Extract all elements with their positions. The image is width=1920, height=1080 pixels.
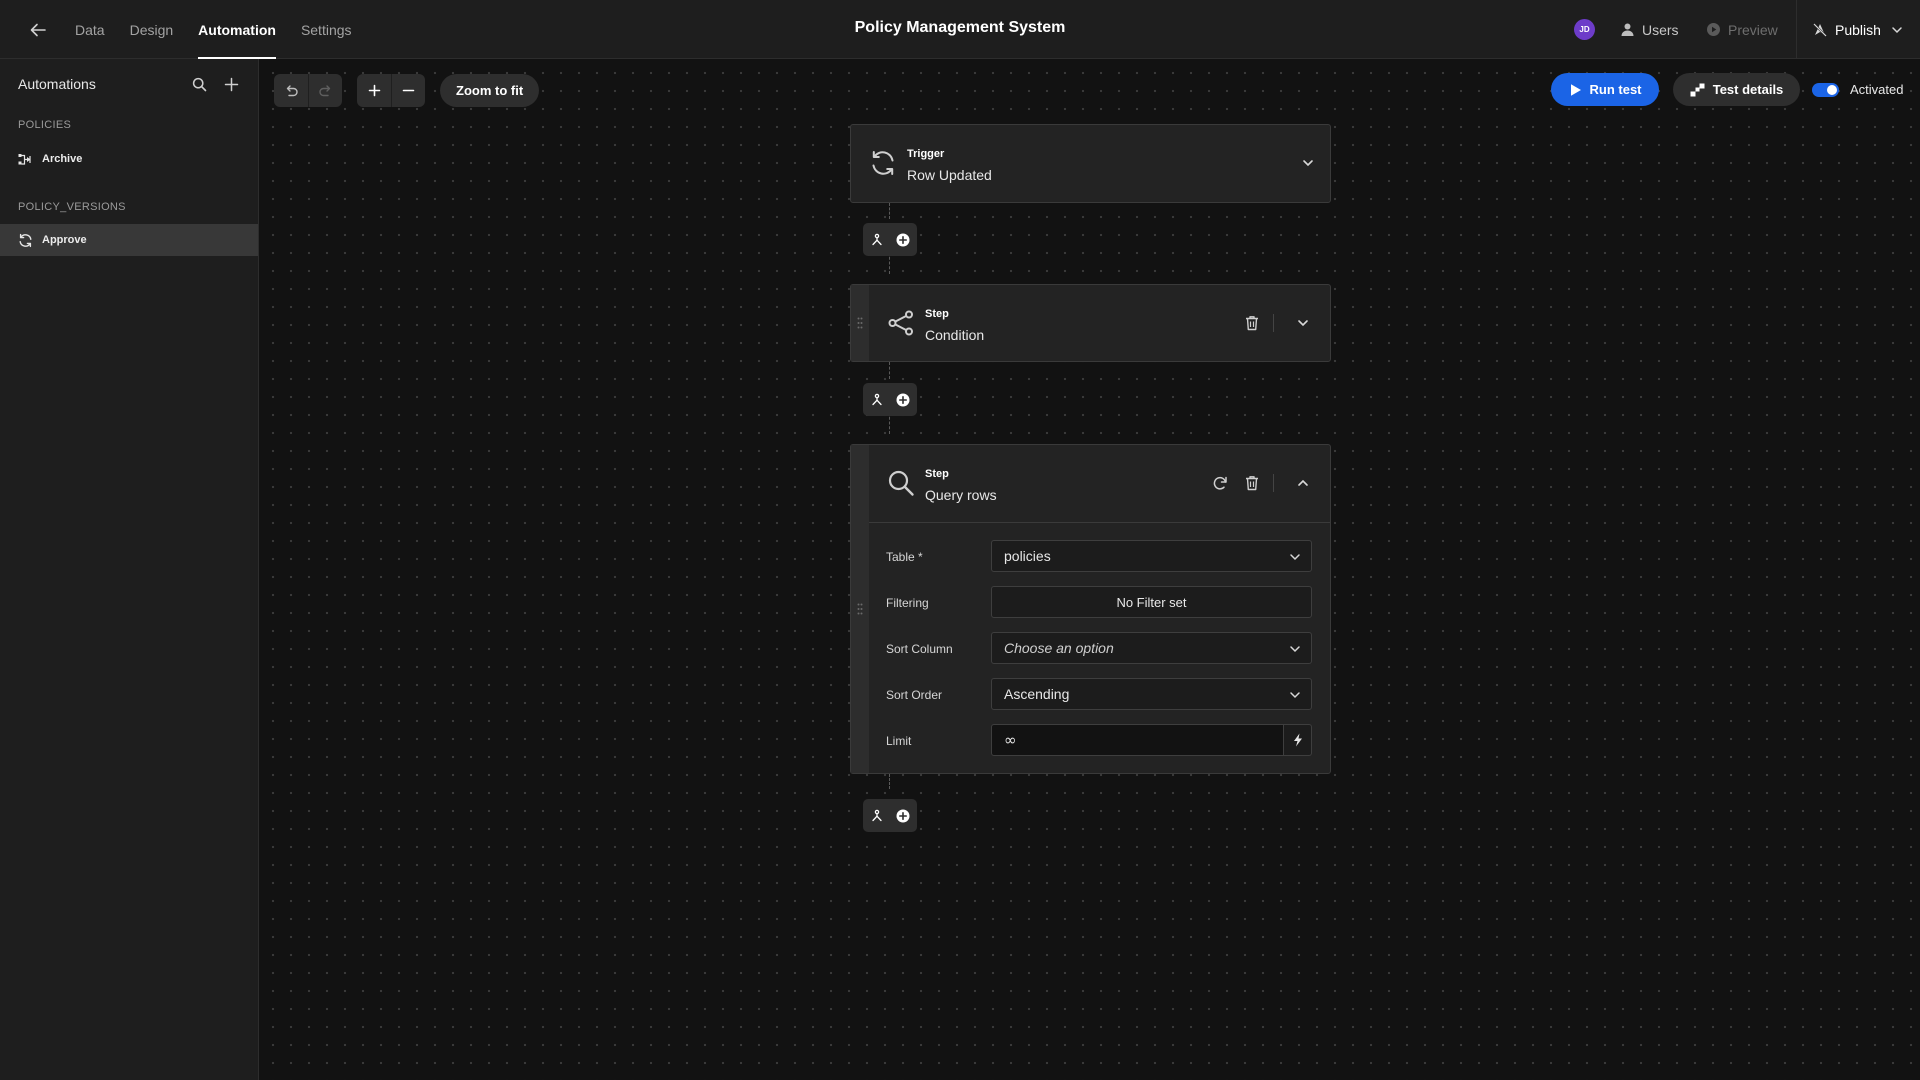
chevron-down-icon[interactable] — [1297, 152, 1319, 174]
zoom-to-fit-button[interactable]: Zoom to fit — [440, 74, 540, 107]
flow-connector-line — [889, 362, 890, 379]
add-step-icon[interactable] — [893, 230, 913, 250]
zoom-in-icon[interactable] — [357, 74, 391, 107]
publish-divider — [1796, 0, 1797, 59]
automations-sidebar: Automations POLICIES Archive POLICY_VERS… — [0, 59, 259, 1080]
block-kind: Trigger — [907, 148, 945, 160]
block-kind: Step — [925, 308, 949, 320]
block-kind: Step — [925, 468, 949, 480]
query-rows-block[interactable]: Step Query rows Table * policies Filteri… — [850, 444, 1331, 774]
chevron-down-icon — [1289, 689, 1301, 701]
history-controls — [274, 74, 342, 107]
sort-column-label: Sort Column — [886, 642, 953, 656]
chevron-up-icon[interactable] — [1292, 472, 1314, 494]
filter-button[interactable]: No Filter set — [991, 586, 1312, 618]
publish-off-icon — [1812, 22, 1828, 38]
group-label-policies: POLICIES — [18, 119, 72, 131]
step-connector — [863, 383, 917, 416]
sort-column-select[interactable]: Choose an option — [991, 632, 1312, 664]
publish-label: Publish — [1835, 21, 1881, 38]
user-icon — [1620, 22, 1635, 37]
automation-canvas[interactable]: Zoom to fit Run test Test details Activa… — [260, 60, 1920, 1080]
preview-label: Preview — [1728, 21, 1778, 38]
sort-order-value: Ascending — [1004, 686, 1070, 702]
test-details-label: Test details — [1712, 82, 1784, 97]
activated-toggle[interactable] — [1812, 83, 1839, 97]
zoom-controls — [357, 74, 425, 107]
zoom-out-icon[interactable] — [391, 74, 425, 107]
trash-icon[interactable] — [1241, 312, 1263, 334]
sort-order-select[interactable]: Ascending — [991, 678, 1312, 710]
preview-button[interactable]: Preview — [1706, 19, 1778, 40]
block-name: Condition — [925, 327, 985, 343]
sync-icon — [867, 147, 899, 179]
branch-icon[interactable] — [867, 390, 887, 410]
group-label-policy-versions: POLICY_VERSIONS — [18, 201, 126, 213]
tab-automation[interactable]: Automation — [198, 0, 276, 59]
tab-data[interactable]: Data — [75, 0, 105, 59]
flow-connector-line — [889, 203, 890, 219]
table-select[interactable]: policies — [991, 540, 1312, 572]
flow-steps-icon — [1690, 83, 1705, 97]
play-circle-icon — [1706, 22, 1721, 37]
branch-icon[interactable] — [867, 230, 887, 250]
sort-column-placeholder: Choose an option — [1004, 640, 1114, 656]
refresh-icon — [18, 233, 33, 248]
step-connector — [863, 799, 917, 832]
play-icon — [1569, 83, 1582, 97]
header-divider — [1273, 314, 1274, 332]
trash-icon[interactable] — [1241, 472, 1263, 494]
users-label: Users — [1642, 21, 1679, 38]
publish-button[interactable]: Publish — [1812, 19, 1903, 40]
undo-icon[interactable] — [274, 74, 308, 107]
main-nav: Data Design Automation Settings — [75, 0, 377, 59]
table-label: Table * — [886, 550, 923, 564]
run-test-label: Run test — [1589, 82, 1642, 97]
redo-icon[interactable] — [308, 74, 342, 107]
avatar[interactable]: JD — [1574, 19, 1595, 40]
top-bar: Data Design Automation Settings Policy M… — [0, 0, 1920, 59]
chevron-down-icon[interactable] — [1292, 312, 1314, 334]
limit-label: Limit — [886, 734, 912, 748]
header-divider — [1273, 474, 1274, 492]
lightning-bolt-icon[interactable] — [1284, 724, 1312, 756]
chevron-down-icon — [1289, 643, 1301, 655]
automation-item-approve[interactable]: Approve — [0, 224, 258, 256]
trigger-block[interactable]: Trigger Row Updated — [850, 124, 1331, 203]
step-connector — [863, 223, 917, 256]
refresh-icon[interactable] — [1209, 472, 1231, 494]
table-select-value: policies — [1004, 548, 1051, 564]
sidebar-heading: Automations — [18, 76, 96, 92]
chevron-down-icon — [1289, 551, 1301, 563]
chevron-down-icon — [1891, 24, 1903, 36]
search-icon[interactable] — [188, 73, 210, 95]
back-arrow-icon[interactable] — [24, 16, 52, 44]
search-icon — [885, 467, 917, 499]
sort-order-label: Sort Order — [886, 688, 943, 702]
block-name: Query rows — [925, 487, 997, 503]
automation-item-label: Approve — [42, 234, 87, 246]
users-button[interactable]: Users — [1620, 19, 1679, 40]
share-nodes-icon — [885, 307, 917, 339]
add-automation-icon[interactable] — [220, 73, 242, 95]
add-step-icon[interactable] — [893, 806, 913, 826]
tab-design[interactable]: Design — [130, 0, 174, 59]
flow-connector-line — [889, 774, 890, 789]
automation-item-label: Archive — [42, 153, 83, 165]
tab-settings[interactable]: Settings — [301, 0, 352, 59]
run-test-button[interactable]: Run test — [1551, 73, 1659, 106]
test-details-button[interactable]: Test details — [1673, 73, 1800, 106]
block-name: Row Updated — [907, 167, 992, 183]
add-step-icon[interactable] — [893, 390, 913, 410]
condition-block[interactable]: Step Condition — [850, 284, 1331, 362]
branch-icon[interactable] — [867, 806, 887, 826]
automation-item-archive[interactable]: Archive — [0, 143, 258, 175]
limit-input[interactable] — [991, 724, 1284, 756]
filtering-label: Filtering — [886, 596, 929, 610]
query-rows-form: Table * policies Filtering No Filter set… — [869, 522, 1330, 773]
activated-label: Activated — [1850, 82, 1904, 97]
app-action-icon — [18, 153, 33, 166]
